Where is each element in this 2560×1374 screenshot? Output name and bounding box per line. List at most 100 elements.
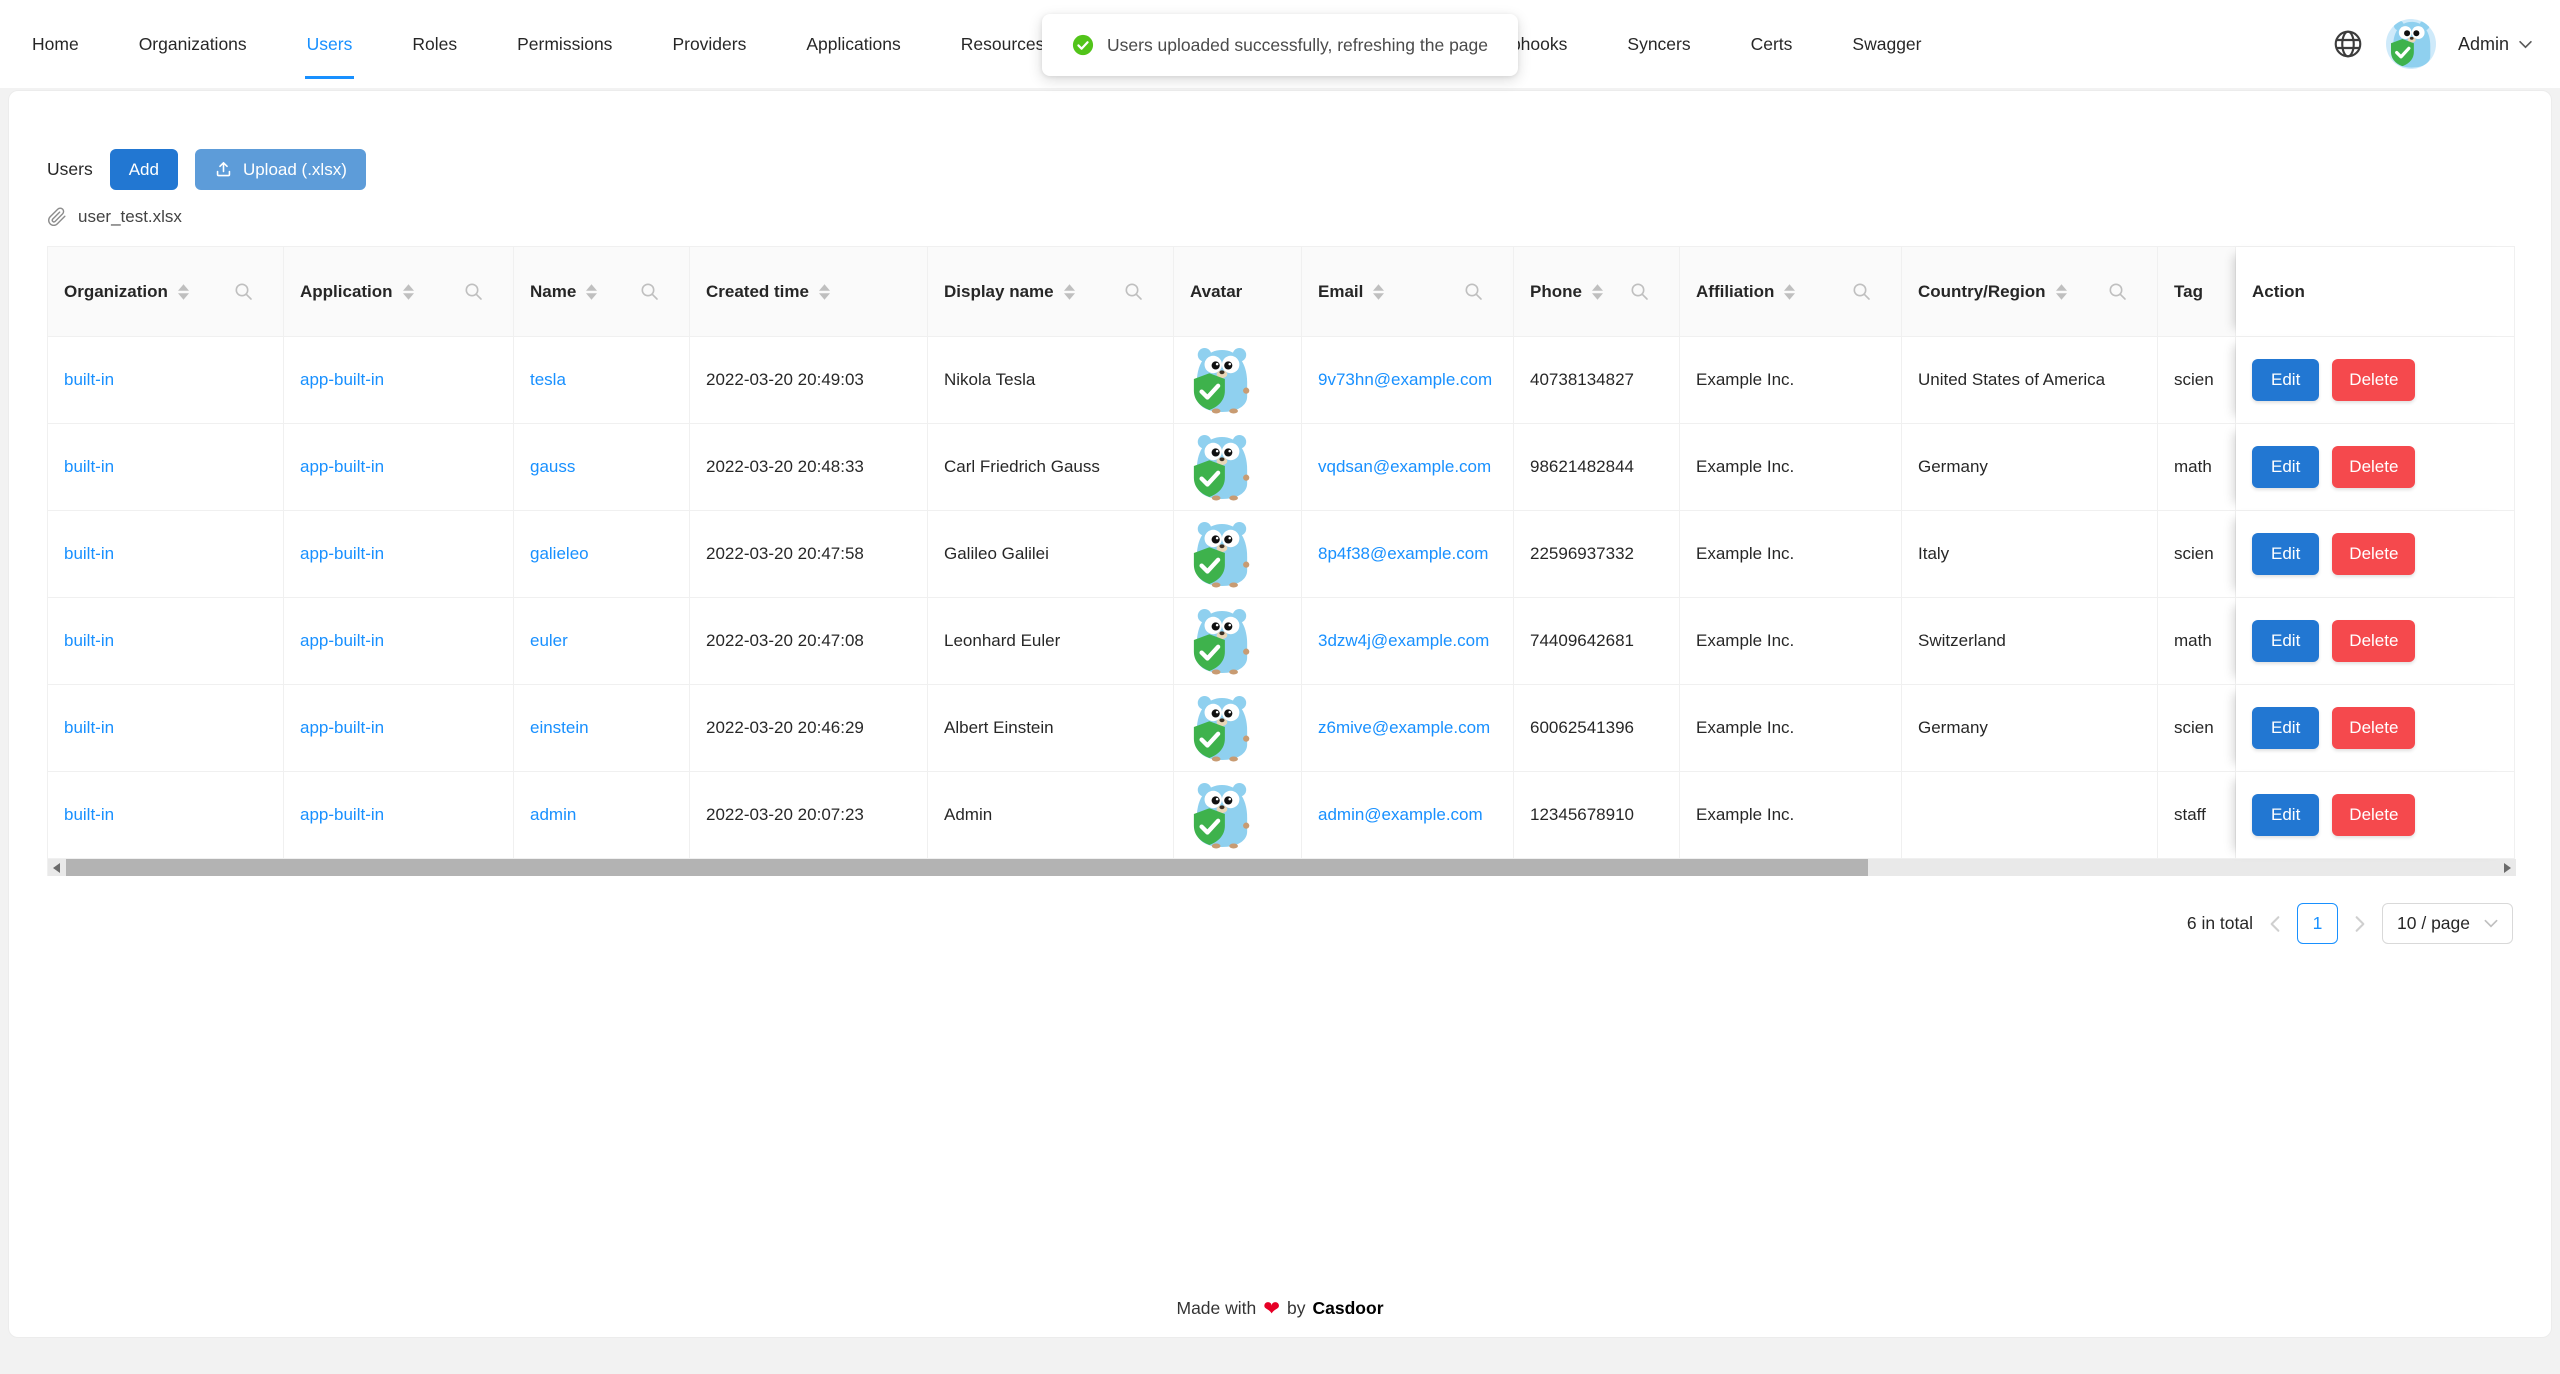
delete-button[interactable]: Delete <box>2332 707 2416 749</box>
sort-icon[interactable] <box>2055 283 2067 300</box>
column-header-country_region[interactable]: Country/Region <box>1902 247 2158 337</box>
column-header-display_name[interactable]: Display name <box>928 247 1174 337</box>
nav-item-organizations[interactable]: Organizations <box>109 0 277 88</box>
delete-button[interactable]: Delete <box>2332 794 2416 836</box>
search-icon[interactable] <box>2108 282 2127 301</box>
organization-link[interactable]: built-in <box>64 544 114 563</box>
organization-link[interactable]: built-in <box>64 370 114 389</box>
nav-item-permissions[interactable]: Permissions <box>487 0 642 88</box>
column-header-created_time[interactable]: Created time <box>690 247 928 337</box>
nav-item-roles[interactable]: Roles <box>382 0 487 88</box>
organization-link[interactable]: built-in <box>64 718 114 737</box>
page-number-button[interactable]: 1 <box>2297 903 2339 944</box>
sort-icon[interactable] <box>1784 283 1796 300</box>
nav-item-certs[interactable]: Certs <box>1721 0 1823 88</box>
casdoor-brand-link[interactable]: Casdoor <box>1313 1298 1384 1319</box>
nav-item-swagger[interactable]: Swagger <box>1822 0 1951 88</box>
edit-button[interactable]: Edit <box>2252 707 2320 749</box>
delete-button[interactable]: Delete <box>2332 446 2416 488</box>
gopher-avatar-icon <box>1193 522 1250 588</box>
table-row: built-in app-built-in galieleo 2022-03-2… <box>48 511 2514 598</box>
upload-xlsx-button[interactable]: Upload (.xlsx) <box>194 149 366 190</box>
search-icon[interactable] <box>1852 282 1871 301</box>
prev-page-button[interactable] <box>2268 915 2282 933</box>
search-icon[interactable] <box>464 282 483 301</box>
search-icon[interactable] <box>1124 282 1143 301</box>
uploaded-file-link[interactable]: user_test.xlsx <box>47 207 182 227</box>
search-icon[interactable] <box>1630 282 1649 301</box>
sort-icon[interactable] <box>1591 283 1603 300</box>
nav-item-syncers[interactable]: Syncers <box>1597 0 1720 88</box>
sort-icon[interactable] <box>402 283 414 300</box>
organization-link[interactable]: built-in <box>64 631 114 650</box>
column-header-name[interactable]: Name <box>514 247 690 337</box>
gopher-avatar-icon <box>1193 783 1250 849</box>
edit-button[interactable]: Edit <box>2252 446 2320 488</box>
horizontal-scrollbar[interactable] <box>48 859 2516 876</box>
search-icon[interactable] <box>640 282 659 301</box>
email-link[interactable]: 8p4f38@example.com <box>1318 544 1488 563</box>
country-region-cell: Germany <box>1902 685 2158 772</box>
column-header-organization[interactable]: Organization <box>48 247 284 337</box>
scrollbar-thumb[interactable] <box>66 859 1868 876</box>
user-name-link[interactable]: einstein <box>530 718 589 737</box>
user-menu[interactable]: Admin <box>2458 34 2532 55</box>
column-header-action: Action <box>2236 247 2514 337</box>
tag-cell: scien <box>2158 511 2236 598</box>
scrollbar-right-arrow[interactable] <box>2504 862 2511 873</box>
email-link[interactable]: admin@example.com <box>1318 805 1483 824</box>
language-globe-icon[interactable] <box>2332 28 2364 60</box>
application-cell: app-built-in <box>284 772 514 859</box>
column-header-affiliation[interactable]: Affiliation <box>1680 247 1902 337</box>
organization-link[interactable]: built-in <box>64 805 114 824</box>
application-cell: app-built-in <box>284 685 514 772</box>
application-link[interactable]: app-built-in <box>300 718 384 737</box>
user-name-link[interactable]: tesla <box>530 370 566 389</box>
sort-icon[interactable] <box>1063 283 1075 300</box>
application-link[interactable]: app-built-in <box>300 544 384 563</box>
user-name-link[interactable]: admin <box>530 805 576 824</box>
user-name-link[interactable]: gauss <box>530 457 575 476</box>
organization-cell: built-in <box>48 598 284 685</box>
application-link[interactable]: app-built-in <box>300 631 384 650</box>
footer: Made with ❤ by Casdoor <box>9 1298 2551 1319</box>
column-header-email[interactable]: Email <box>1302 247 1514 337</box>
nav-item-label: Organizations <box>138 33 247 54</box>
page-size-select[interactable]: 10 / page <box>2382 903 2513 944</box>
email-link[interactable]: vqdsan@example.com <box>1318 457 1491 476</box>
add-user-button[interactable]: Add <box>109 149 178 190</box>
email-link[interactable]: z6mive@example.com <box>1318 718 1490 737</box>
search-icon[interactable] <box>234 282 253 301</box>
column-header-tag: Tag <box>2158 247 2236 337</box>
email-link[interactable]: 3dzw4j@example.com <box>1318 631 1489 650</box>
column-header-phone[interactable]: Phone <box>1514 247 1680 337</box>
delete-button[interactable]: Delete <box>2332 620 2416 662</box>
scrollbar-left-arrow[interactable] <box>53 862 60 873</box>
phone-cell: 74409642681 <box>1514 598 1680 685</box>
next-page-button[interactable] <box>2353 915 2367 933</box>
sort-icon[interactable] <box>177 283 189 300</box>
application-link[interactable]: app-built-in <box>300 457 384 476</box>
sort-icon[interactable] <box>586 283 598 300</box>
sort-icon[interactable] <box>1373 283 1385 300</box>
search-icon[interactable] <box>1464 282 1483 301</box>
sort-icon[interactable] <box>818 283 830 300</box>
organization-link[interactable]: built-in <box>64 457 114 476</box>
edit-button[interactable]: Edit <box>2252 620 2320 662</box>
application-link[interactable]: app-built-in <box>300 370 384 389</box>
nav-item-users[interactable]: Users <box>277 0 383 88</box>
user-name-link[interactable]: galieleo <box>530 544 589 563</box>
nav-item-home[interactable]: Home <box>2 0 109 88</box>
user-name-link[interactable]: euler <box>530 631 568 650</box>
application-link[interactable]: app-built-in <box>300 805 384 824</box>
nav-item-applications[interactable]: Applications <box>776 0 930 88</box>
edit-button[interactable]: Edit <box>2252 533 2320 575</box>
delete-button[interactable]: Delete <box>2332 359 2416 401</box>
nav-item-providers[interactable]: Providers <box>642 0 776 88</box>
avatar[interactable] <box>2385 19 2436 69</box>
column-header-application[interactable]: Application <box>284 247 514 337</box>
delete-button[interactable]: Delete <box>2332 533 2416 575</box>
email-link[interactable]: 9v73hn@example.com <box>1318 370 1492 389</box>
edit-button[interactable]: Edit <box>2252 359 2320 401</box>
edit-button[interactable]: Edit <box>2252 794 2320 836</box>
